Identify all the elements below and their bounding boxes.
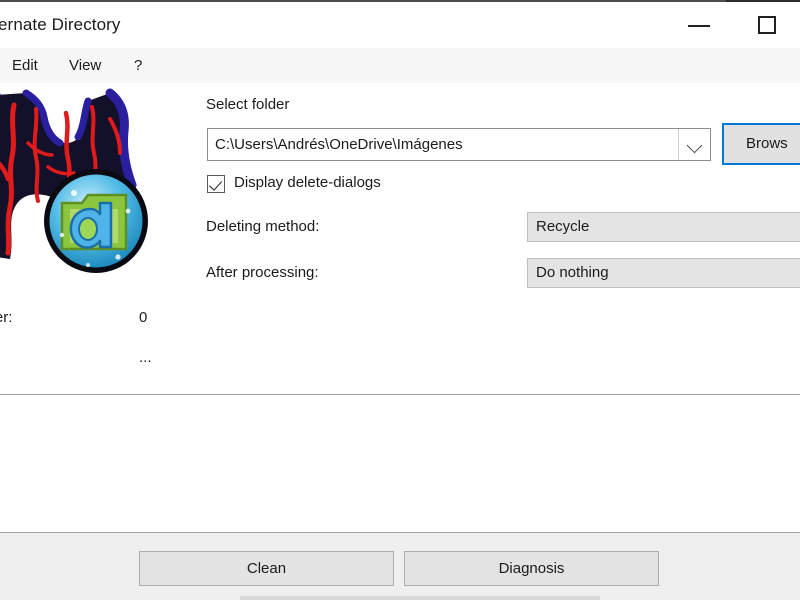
display-delete-dialogs-label: Display delete-dialogs <box>234 174 381 191</box>
after-processing-value: Do nothing <box>536 264 609 281</box>
maximize-icon <box>758 16 776 34</box>
diagnosis-button[interactable]: Diagnosis <box>404 551 659 586</box>
status-bar-strip <box>240 596 600 600</box>
maximize-button[interactable] <box>745 4 791 48</box>
checkbox-box <box>207 175 225 193</box>
menu-item-edit[interactable]: Edit <box>6 55 44 76</box>
diagnosis-button-label: Diagnosis <box>498 560 565 577</box>
title-bar[interactable]: ernate Directory <box>0 2 800 48</box>
bottom-action-panel: Clean Diagnosis <box>0 533 800 600</box>
window-title: ernate Directory <box>0 15 121 34</box>
list-header: Path Type Size KB Date <box>0 395 800 441</box>
clean-button-label: Clean <box>246 560 287 577</box>
minimize-button[interactable] <box>676 4 722 48</box>
menu-item-view[interactable]: View <box>63 55 107 76</box>
browse-button-label: Brows <box>746 135 788 152</box>
counter-label: unter: <box>0 309 13 326</box>
processing-value: ... <box>139 349 152 366</box>
chevron-down-icon <box>686 137 703 154</box>
app-logo-icon <box>0 83 170 283</box>
select-folder-label: Select folder <box>206 96 290 113</box>
minimize-icon <box>688 25 710 27</box>
deleting-method-label: Deleting method: <box>206 218 320 235</box>
after-processing-label: After processing: <box>206 264 319 281</box>
counter-value: 0 <box>139 309 148 326</box>
deleting-method-value: Recycle <box>536 218 590 235</box>
deleting-method-combobox[interactable]: Recycle <box>527 212 800 242</box>
clean-button[interactable]: Clean <box>139 551 394 586</box>
after-processing-combobox[interactable]: Do nothing <box>527 258 800 288</box>
menu-item-help[interactable]: ? <box>128 55 148 76</box>
menu-bar: Edit View ? <box>0 48 800 83</box>
folder-path-dropdown-button[interactable] <box>678 129 710 160</box>
browse-button[interactable]: Brows <box>722 123 800 165</box>
folder-path-value: C:\Users\Andrés\OneDrive\Imágenes <box>215 136 463 153</box>
check-icon <box>208 177 223 191</box>
list-body[interactable] <box>0 441 800 532</box>
folder-path-combobox[interactable]: C:\Users\Andrés\OneDrive\Imágenes <box>207 128 711 161</box>
application-window: ernate Directory Edit View ? Select fold… <box>0 0 800 600</box>
